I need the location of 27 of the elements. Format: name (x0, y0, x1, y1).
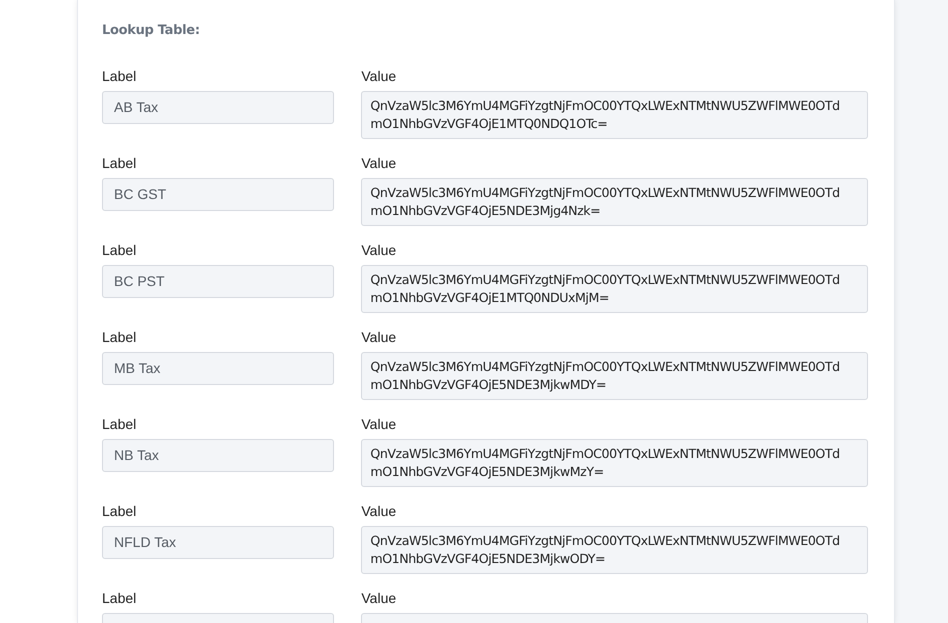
value-field[interactable]: QnVzaW5lc3M6YmU4MGFiYzgtNjFmOC00YTQxLWExNTMtNWU5ZWFlMWE0OTdmO1NhbGVzVGF4OjE5NDE3MjkwMzY= (361, 439, 868, 487)
field-label: Value (361, 155, 398, 171)
value-field[interactable]: QnVzaW5lc3M6YmU4MGFiYzgtNjFmOC00YTQxLWExNTMtNWU5ZWFlMWE0OTdmO1NhbGVzVGF4OjE5NDE3Mjg4Nzk= (361, 178, 868, 226)
label-field[interactable]: NFLD Tax (102, 526, 334, 559)
field-label: Value (361, 242, 398, 258)
field-label: Value (361, 416, 398, 432)
value-field[interactable]: QnVzaW5lc3M6YmU4MGFiYzgtNjFmOC00YTQxLWExNTMtNWU5ZWFlMWE0OTdmO1NhbGVzVGF4OjE5NDE3MjkwMDY= (361, 352, 868, 400)
field-label: Value (361, 329, 398, 345)
field-label: Label (102, 503, 138, 519)
field-label: Label (102, 329, 138, 345)
label-field[interactable]: NB Tax (102, 439, 334, 472)
field-label: Label (102, 155, 138, 171)
field-label: Label (102, 590, 138, 606)
value-field[interactable]: QnVzaW5lc3M6YmU4MGFiYzgtNjFmOC00YTQxLWExNTMtNWU5ZWFlMWE0OTdmO1NhbGVzVGF4OjE1MTQ0NDUxMjM= (361, 265, 868, 313)
label-field[interactable]: MB Tax (102, 352, 334, 385)
field-label: Value (361, 590, 398, 606)
field-label: Value (361, 68, 398, 84)
label-field[interactable]: BC PST (102, 265, 334, 298)
field-label: Value (361, 503, 398, 519)
value-field[interactable]: QnVzaW5lc3M6YmU4MGFiYzgtNjFmOC00YTQxLWExNTMtNWU5ZWFlMWE0OTdmO1NhbGVzVGF4OjE1MTQ0NDQ1OTc= (361, 91, 868, 139)
value-field[interactable]: QnVzaW5lc3M6YmU4MGFiYzgtNjFmOC00YTQxLWExNTMtNWU5ZWFlMWE0OTdmO1NhbGVzVGF4OjE5NDE3MjkwODY= (361, 526, 868, 574)
label-field[interactable]: BC GST (102, 178, 334, 211)
field-label: Label (102, 68, 138, 84)
field-label: Label (102, 242, 138, 258)
field-label: Label (102, 416, 138, 432)
label-field[interactable]: AB Tax (102, 91, 334, 124)
section-title: Lookup Table: (102, 22, 201, 40)
